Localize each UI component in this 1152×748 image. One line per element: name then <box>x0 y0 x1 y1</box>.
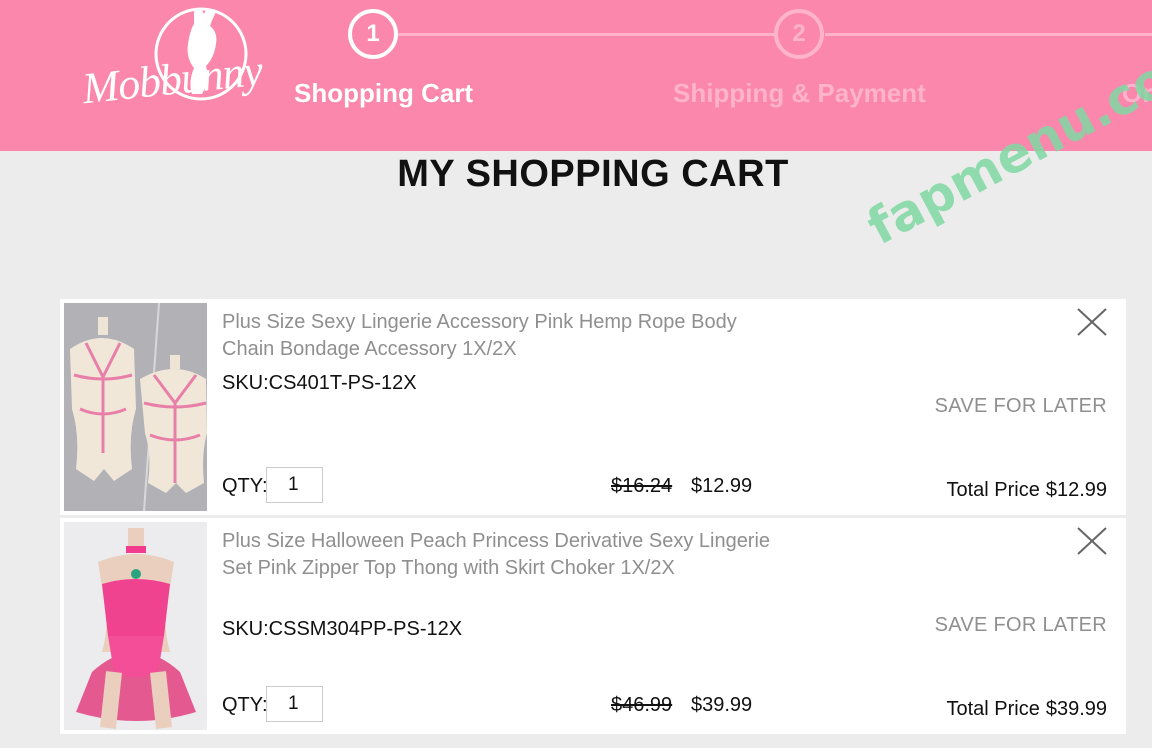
total-value: $39.99 <box>1045 698 1107 720</box>
step-number: 2 <box>774 9 824 59</box>
close-icon <box>1077 527 1107 555</box>
product-image[interactable] <box>64 522 207 730</box>
save-for-later-link[interactable]: SAVE FOR LATER <box>935 395 1107 418</box>
original-price: $46.99 <box>611 694 673 716</box>
qty-label: QTY: <box>222 694 268 716</box>
step-connector <box>825 33 1152 36</box>
brand-logo[interactable]: Mobbunny <box>78 2 283 122</box>
step-connector <box>398 33 775 36</box>
product-name[interactable]: Plus Size Halloween Peach Princess Deriv… <box>222 528 782 582</box>
total-value: $12.99 <box>1045 479 1107 501</box>
quantity-input[interactable] <box>266 686 323 722</box>
product-photo <box>64 303 207 511</box>
remove-item-button[interactable] <box>1075 526 1109 556</box>
product-name[interactable]: Plus Size Sexy Lingerie Accessory Pink H… <box>222 309 782 363</box>
cart-item: Plus Size Sexy Lingerie Accessory Pink H… <box>60 299 1126 515</box>
qty-label: QTY: <box>222 475 268 497</box>
product-photo <box>64 522 207 730</box>
product-sku: SKU:CSSM304PP-PS-12X <box>222 618 463 640</box>
checkout-header: Mobbunny 1 Shopping Cart 2 Shipping & Pa… <box>0 0 1152 151</box>
cart-item: Plus Size Halloween Peach Princess Deriv… <box>60 518 1126 734</box>
remove-item-button[interactable] <box>1075 307 1109 337</box>
product-sku: SKU:CS401T-PS-12X <box>222 372 417 394</box>
product-image[interactable] <box>64 303 207 511</box>
item-total: Total Price $12.99 <box>940 479 1107 502</box>
quantity-input[interactable] <box>266 467 323 503</box>
page-title: MY SHOPPING CART <box>397 153 789 195</box>
step-label: Shipping & Payment <box>673 78 926 108</box>
sale-price: $39.99 <box>691 694 753 716</box>
sale-price: $12.99 <box>691 475 753 497</box>
step-label: Shopping Cart <box>294 78 474 108</box>
item-total: Total Price $39.99 <box>940 698 1107 721</box>
total-label: Total Price <box>946 698 1040 720</box>
step-number: 1 <box>348 9 398 59</box>
total-label: Total Price <box>946 479 1040 501</box>
original-price: $16.24 <box>611 475 673 497</box>
close-icon <box>1077 308 1107 336</box>
save-for-later-link[interactable]: SAVE FOR LATER <box>935 614 1107 637</box>
